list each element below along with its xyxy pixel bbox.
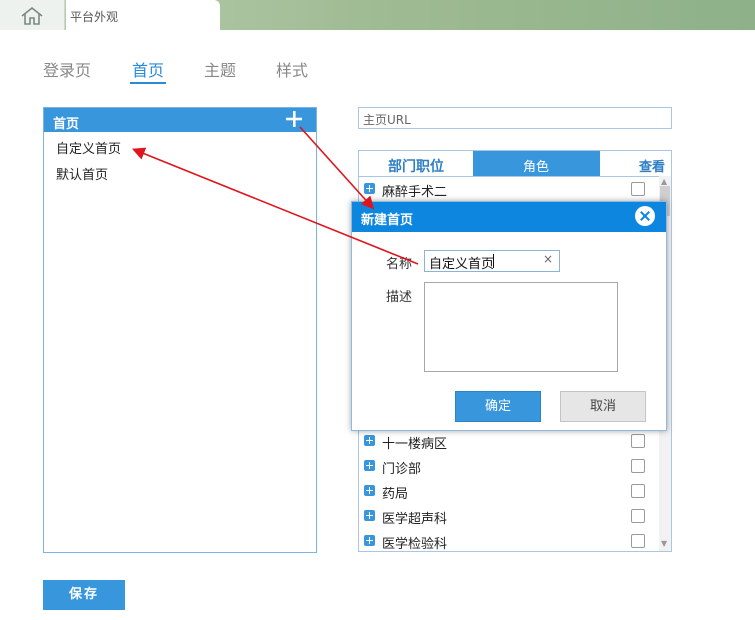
home-page-list-header: 首页 xyxy=(44,108,316,132)
tab-style[interactable]: 样式 xyxy=(276,57,308,81)
expand-plus-icon[interactable] xyxy=(364,183,375,194)
table-row[interactable]: 麻醉手术二 xyxy=(359,177,671,202)
close-icon[interactable] xyxy=(635,206,655,226)
tab-department-position-label: 部门职位 xyxy=(388,159,444,175)
text-cursor xyxy=(493,254,494,268)
name-input[interactable]: 自定义首页 × xyxy=(424,250,560,272)
cancel-button[interactable]: 取消 xyxy=(560,391,646,422)
tab-login-page[interactable]: 登录页 xyxy=(43,57,91,81)
row-checkbox[interactable] xyxy=(631,459,645,473)
active-tab-indicator xyxy=(130,82,166,84)
tab-role[interactable]: 角色 xyxy=(473,151,600,176)
add-home-page-button[interactable] xyxy=(284,108,304,130)
row-checkbox[interactable] xyxy=(631,484,645,498)
row-label: 十一楼病区 xyxy=(382,437,448,452)
table-row[interactable]: 医学超声科 xyxy=(359,504,671,529)
row-checkbox[interactable] xyxy=(631,534,645,548)
home-url-placeholder: 主页URL xyxy=(363,113,411,127)
tab-home-page[interactable]: 首页 xyxy=(132,57,164,81)
tab-view-label: 查看 xyxy=(639,160,666,175)
scroll-down-icon[interactable]: ▼ xyxy=(661,539,667,548)
name-input-value: 自定义首页 xyxy=(429,257,495,272)
table-row[interactable]: 十一楼病区 xyxy=(359,429,671,454)
home-button[interactable] xyxy=(0,0,65,30)
row-label: 麻醉手术二 xyxy=(382,185,448,200)
row-checkbox[interactable] xyxy=(631,182,645,196)
home-page-list-title: 首页 xyxy=(53,117,80,132)
home-page-list-panel: 首页 自定义首页 默认首页 xyxy=(43,107,317,553)
new-home-page-dialog: 新建首页 名称 自定义首页 × 描述 确定 取消 xyxy=(351,201,667,431)
tab-view[interactable]: 查看 xyxy=(600,151,671,176)
row-label: 药局 xyxy=(382,487,409,502)
table-row[interactable]: 门诊部 xyxy=(359,454,671,479)
scroll-up-icon[interactable]: ▲ xyxy=(661,177,667,186)
expand-plus-icon[interactable] xyxy=(364,510,375,521)
list-item-custom-home[interactable]: 自定义首页 xyxy=(56,138,121,157)
clear-input-icon[interactable]: × xyxy=(543,252,553,266)
dialog-header: 新建首页 xyxy=(352,202,666,232)
name-label: 名称 xyxy=(386,257,413,272)
row-checkbox[interactable] xyxy=(631,434,645,448)
plus-icon xyxy=(286,111,302,127)
table-row[interactable]: 医学检验科 xyxy=(359,529,671,552)
save-button[interactable]: 保存 xyxy=(43,580,125,610)
expand-plus-icon[interactable] xyxy=(364,535,375,546)
tab-role-label: 角色 xyxy=(523,160,550,175)
row-label: 门诊部 xyxy=(382,462,422,477)
tab-department-position[interactable]: 部门职位 xyxy=(359,151,473,176)
list-item-default-home[interactable]: 默认首页 xyxy=(56,164,108,183)
window-tab-label: 平台外观 xyxy=(70,10,119,24)
table-row[interactable]: 药局 xyxy=(359,479,671,504)
dialog-title: 新建首页 xyxy=(361,213,414,228)
window-tab[interactable]: 平台外观 xyxy=(66,0,220,30)
confirm-button[interactable]: 确定 xyxy=(455,391,541,422)
description-textarea[interactable] xyxy=(424,282,618,372)
expand-plus-icon[interactable] xyxy=(364,460,375,471)
row-label: 医学检验科 xyxy=(382,537,448,552)
department-tabs: 部门职位 角色 查看 xyxy=(359,151,671,177)
home-url-input[interactable]: 主页URL xyxy=(358,107,672,129)
expand-plus-icon[interactable] xyxy=(364,435,375,446)
expand-plus-icon[interactable] xyxy=(364,485,375,496)
description-label: 描述 xyxy=(386,290,413,305)
tab-theme[interactable]: 主题 xyxy=(204,57,236,81)
home-icon xyxy=(21,6,43,25)
row-label: 医学超声科 xyxy=(382,512,448,527)
row-checkbox[interactable] xyxy=(631,509,645,523)
